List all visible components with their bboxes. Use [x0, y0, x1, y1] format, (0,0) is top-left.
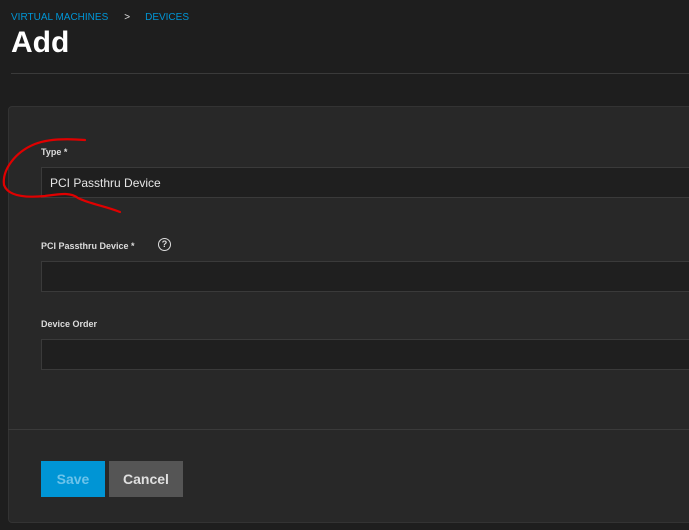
breadcrumb: VIRTUAL MACHINES > DEVICES — [11, 12, 189, 23]
cancel-button[interactable]: Cancel — [109, 461, 183, 497]
actions-divider — [8, 429, 689, 430]
breadcrumb-separator: > — [124, 12, 131, 23]
device-order-label: Device Order — [41, 319, 98, 329]
breadcrumb-devices[interactable]: DEVICES — [145, 12, 189, 23]
type-label: Type * — [41, 147, 68, 157]
pci-device-label: PCI Passthru Device * — [41, 241, 135, 251]
header-divider — [11, 73, 689, 74]
page-title: Add — [11, 26, 70, 59]
breadcrumb-virtual-machines[interactable]: VIRTUAL MACHINES — [11, 12, 108, 23]
help-icon[interactable]: ? — [158, 238, 171, 251]
type-select[interactable]: PCI Passthru Device — [41, 167, 689, 198]
device-order-input[interactable] — [41, 339, 689, 370]
save-button[interactable]: Save — [41, 461, 105, 497]
pci-device-select[interactable] — [41, 261, 689, 292]
